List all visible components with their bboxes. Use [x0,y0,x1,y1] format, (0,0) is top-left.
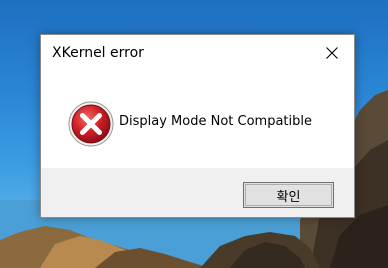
error-icon [68,101,114,147]
error-message: Display Mode Not Compatible [119,114,312,129]
close-button[interactable] [309,35,354,71]
ok-button-label: 확인 [276,189,301,205]
ok-button[interactable]: 확인 [243,182,334,208]
close-icon [325,47,338,59]
dialog-title: XKernel error [52,45,144,61]
dialog-footer: 확인 [41,168,354,217]
error-dialog: XKernel error Display Mode Not Compatibl… [40,34,355,218]
dialog-titlebar[interactable]: XKernel error [41,35,354,71]
